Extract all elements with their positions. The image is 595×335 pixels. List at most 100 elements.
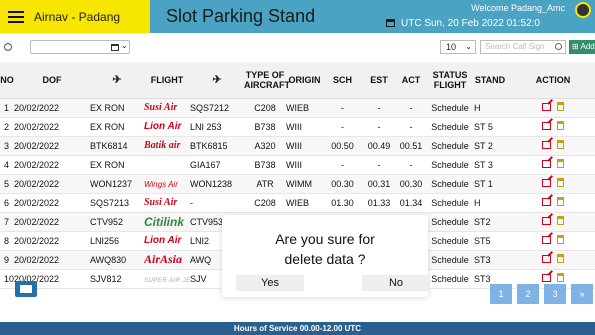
row-status: Schedule bbox=[426, 212, 474, 232]
table-row: 5 20/02/2022 WON1237 Wings Air WON1238 ATR WIM… bbox=[0, 174, 595, 194]
row-no: 9 bbox=[0, 250, 14, 270]
col-action: ACTION bbox=[506, 62, 595, 99]
row-flight: SQS7212 bbox=[190, 98, 244, 118]
trash-icon[interactable] bbox=[557, 140, 564, 149]
row-no: 4 bbox=[0, 155, 14, 175]
page-size-value: 10 bbox=[446, 42, 457, 52]
page-size-select[interactable]: 10 ⌄ bbox=[440, 40, 476, 54]
row-status: Schedule bbox=[426, 155, 474, 175]
chevron-down-icon: ⌄ bbox=[465, 42, 472, 51]
trash-icon[interactable] bbox=[557, 216, 564, 225]
row-airline-logo bbox=[144, 155, 190, 175]
row-origin: WIII bbox=[286, 136, 323, 156]
row-airline-logo: Lion Air bbox=[144, 117, 190, 137]
row-dof: 20/02/2022 bbox=[14, 250, 90, 270]
page-3-button[interactable]: 3 bbox=[544, 284, 566, 304]
row-callsign: BTK6814 bbox=[90, 136, 144, 156]
row-est: - bbox=[362, 117, 396, 137]
trash-icon[interactable] bbox=[557, 102, 564, 111]
trash-icon[interactable] bbox=[557, 121, 564, 130]
row-airline-logo: Lion Air bbox=[144, 231, 190, 251]
row-dof: 20/02/2022 bbox=[14, 98, 90, 118]
trash-icon[interactable] bbox=[557, 235, 564, 244]
edit-icon[interactable] bbox=[542, 236, 551, 244]
row-est: - bbox=[362, 98, 396, 118]
row-no: 7 bbox=[0, 212, 14, 232]
date-filter-select[interactable]: ⌄ bbox=[30, 40, 130, 54]
row-airline-logo: Batik air bbox=[144, 136, 190, 156]
footer-hours: Hours of Service 00.00-12.00 UTC bbox=[0, 322, 595, 335]
airline-logo: Wings Air bbox=[144, 179, 178, 189]
edit-icon[interactable] bbox=[542, 217, 551, 225]
col-sch: SCH bbox=[323, 62, 362, 99]
table-row: 4 20/02/2022 EX RON GIA167 B738 WIII - - - Schedu… bbox=[0, 155, 595, 175]
next-page-button[interactable]: » bbox=[571, 284, 593, 304]
row-no: 2 bbox=[0, 117, 14, 137]
row-stand: ST5 bbox=[474, 231, 506, 251]
printer-icon bbox=[20, 285, 32, 293]
row-airline-logo: Susi Air bbox=[144, 98, 190, 118]
row-no: 6 bbox=[0, 193, 14, 213]
page-title: Slot Parking Stand bbox=[166, 6, 316, 26]
row-actions bbox=[506, 212, 595, 232]
row-stand: H bbox=[474, 193, 506, 213]
trash-icon[interactable] bbox=[557, 159, 564, 168]
row-flight: - bbox=[190, 193, 244, 213]
page-1-button[interactable]: 1 bbox=[490, 284, 512, 304]
row-callsign: SQS7213 bbox=[90, 193, 144, 213]
calendar-icon bbox=[386, 19, 395, 27]
trash-icon[interactable] bbox=[557, 254, 564, 263]
trash-icon[interactable] bbox=[557, 197, 564, 206]
row-status: Schedule bbox=[426, 250, 474, 270]
yes-button[interactable]: Yes bbox=[236, 275, 304, 291]
edit-icon[interactable] bbox=[542, 160, 551, 168]
filter-radio[interactable] bbox=[4, 43, 12, 51]
trash-icon[interactable] bbox=[557, 273, 564, 282]
hamburger-menu-icon[interactable] bbox=[8, 10, 24, 23]
row-stand: ST 5 bbox=[474, 117, 506, 137]
row-actions bbox=[506, 174, 595, 194]
row-stand: ST2 bbox=[474, 212, 506, 232]
row-airline-logo: Susi Air bbox=[144, 193, 190, 213]
table-row: 3 20/02/2022 BTK6814 Batik air BTK6815 A320 WI… bbox=[0, 136, 595, 156]
search-icon[interactable] bbox=[555, 43, 562, 50]
row-origin: WIII bbox=[286, 155, 323, 175]
row-status: Schedule bbox=[426, 231, 474, 251]
row-stand: ST 3 bbox=[474, 155, 506, 175]
edit-icon[interactable] bbox=[542, 122, 551, 130]
col-type: TYPE OF AIRCRAFT bbox=[244, 62, 290, 99]
row-dof: 20/02/2022 bbox=[14, 155, 90, 175]
user-avatar[interactable] bbox=[575, 2, 591, 18]
utc-clock: UTC Sun, 20 Feb 2022 01:52:0 bbox=[386, 18, 540, 29]
row-act: - bbox=[396, 155, 426, 175]
row-sch: 00.30 bbox=[323, 174, 362, 194]
edit-icon[interactable] bbox=[542, 198, 551, 206]
row-callsign: CTV952 bbox=[90, 212, 144, 232]
airline-logo: Lion Air bbox=[144, 121, 182, 132]
add-button-label: Add bbox=[580, 42, 595, 51]
print-button[interactable] bbox=[15, 281, 37, 297]
airline-logo: Susi Air bbox=[144, 102, 178, 113]
toolbar: ⌄ 10 ⌄ Search Call Sign ⊞ Add bbox=[0, 35, 595, 59]
edit-icon[interactable] bbox=[542, 274, 551, 282]
row-callsign: EX RON bbox=[90, 155, 144, 175]
add-button[interactable]: ⊞ Add bbox=[569, 40, 595, 54]
search-input[interactable]: Search Call Sign bbox=[480, 40, 566, 54]
row-sch: 00.50 bbox=[323, 136, 362, 156]
page-2-button[interactable]: 2 bbox=[517, 284, 539, 304]
row-stand: ST 2 bbox=[474, 136, 506, 156]
row-est: - bbox=[362, 155, 396, 175]
edit-icon[interactable] bbox=[542, 179, 551, 187]
no-button[interactable]: No bbox=[362, 275, 430, 291]
table-row: 2 20/02/2022 EX RON Lion Air LNI 253 B738 WIII… bbox=[0, 117, 595, 137]
row-act: - bbox=[396, 117, 426, 137]
row-sch: - bbox=[323, 98, 362, 118]
edit-icon[interactable] bbox=[542, 103, 551, 111]
edit-icon[interactable] bbox=[542, 255, 551, 263]
trash-icon[interactable] bbox=[557, 178, 564, 187]
row-callsign: LNI256 bbox=[90, 231, 144, 251]
edit-icon[interactable] bbox=[542, 141, 551, 149]
table-header-row: NO DOF ✈ FLIGHT ✈ TYPE OF AIRCRAFT ORIGI… bbox=[0, 62, 595, 99]
row-status: Schedule bbox=[426, 98, 474, 118]
row-type: C208 bbox=[244, 98, 286, 118]
